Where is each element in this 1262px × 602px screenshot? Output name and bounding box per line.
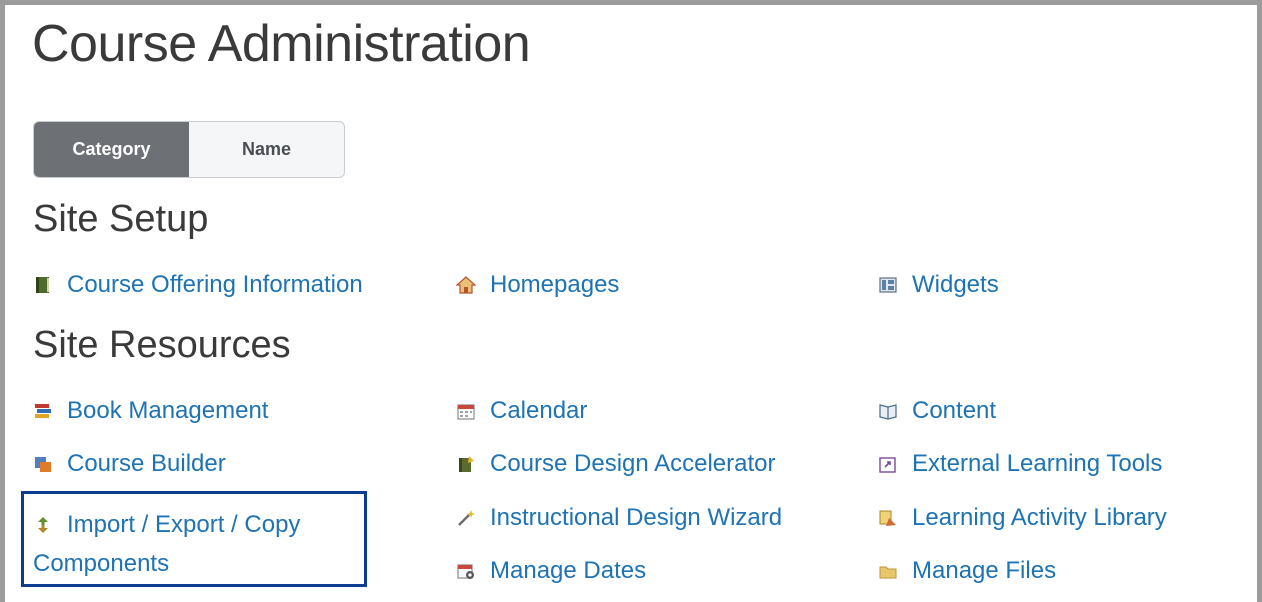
link-label: Course Builder — [67, 450, 226, 477]
link-label: Instructional Design Wizard — [490, 504, 783, 531]
link-instructional-design-wizard[interactable]: Instructional Design Wizard — [456, 504, 782, 532]
link-label: Calendar — [490, 397, 588, 424]
link-import-export-copy-components[interactable]: Import / Export / Copy Components — [33, 505, 363, 583]
category-toggle-button[interactable]: Category — [34, 122, 189, 177]
link-course-builder[interactable]: Course Builder — [33, 450, 226, 478]
link-label: Course Design Accelerator — [490, 450, 776, 477]
link-course-offering-information[interactable]: Course Offering Information — [33, 271, 363, 299]
books-stack-icon — [33, 401, 53, 421]
link-course-design-accelerator[interactable]: Course Design Accelerator — [456, 450, 775, 478]
link-label: Manage Files — [912, 557, 1057, 584]
link-label: Book Management — [67, 397, 269, 424]
link-label: Homepages — [490, 271, 620, 298]
link-widgets[interactable]: Widgets — [878, 271, 999, 299]
link-homepages[interactable]: Homepages — [456, 271, 619, 299]
external-tools-icon — [878, 454, 898, 474]
calendar-icon — [456, 401, 476, 421]
link-content[interactable]: Content — [878, 397, 996, 425]
page-title: Course Administration — [32, 15, 531, 73]
link-label: Course Offering Information — [67, 271, 363, 298]
link-external-learning-tools[interactable]: External Learning Tools — [878, 450, 1162, 478]
view-toggle: Category Name — [33, 121, 345, 178]
design-accelerator-icon — [456, 454, 476, 474]
name-toggle-button[interactable]: Name — [189, 122, 344, 177]
link-label: Import / Export / Copy Components — [33, 511, 301, 577]
link-label: External Learning Tools — [912, 450, 1163, 477]
builder-blocks-icon — [33, 454, 53, 474]
home-icon — [456, 275, 476, 295]
calendar-gear-icon — [456, 561, 476, 581]
folder-icon — [878, 561, 898, 581]
book-icon — [33, 275, 53, 295]
activity-library-icon — [878, 508, 898, 528]
link-book-management[interactable]: Book Management — [33, 397, 268, 425]
open-book-icon — [878, 401, 898, 421]
widgets-icon — [878, 275, 898, 295]
link-label: Manage Dates — [490, 557, 647, 584]
link-label: Learning Activity Library — [912, 504, 1167, 531]
link-learning-activity-library[interactable]: Learning Activity Library — [878, 504, 1167, 532]
section-title-site-resources: Site Resources — [33, 324, 291, 366]
link-calendar[interactable]: Calendar — [456, 397, 587, 425]
link-manage-dates[interactable]: Manage Dates — [456, 557, 646, 585]
link-label: Content — [912, 397, 997, 424]
magic-wand-icon — [456, 508, 476, 528]
section-title-site-setup: Site Setup — [33, 198, 209, 240]
import-export-arrows-icon — [33, 515, 53, 535]
link-manage-files[interactable]: Manage Files — [878, 557, 1056, 585]
link-label: Widgets — [912, 271, 999, 298]
